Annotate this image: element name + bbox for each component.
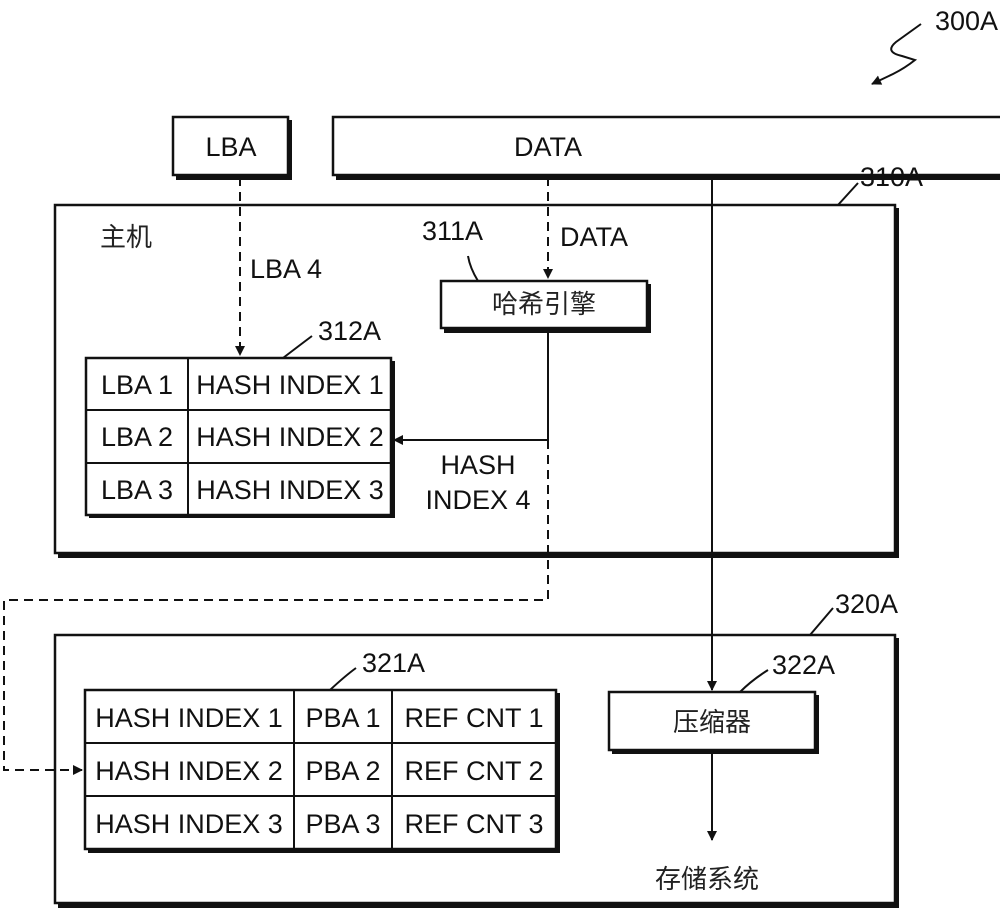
storage-ref-leader [809, 607, 834, 636]
hash-table-refcnt-cell: REF CNT 2 [404, 756, 543, 786]
mapping-table-hash-index-cell: HASH INDEX 1 [196, 370, 384, 400]
host-title: 主机 [100, 223, 152, 253]
data-arrow-label: DATA [560, 222, 628, 252]
hash-table-hash-index-cell: HASH INDEX 3 [95, 809, 283, 839]
figure-ref-pointer [871, 23, 922, 85]
data-input-label: DATA [514, 132, 582, 162]
lba-input-box: LBA [171, 115, 292, 180]
mapping-table-hash-index-cell: HASH INDEX 2 [196, 422, 384, 452]
hash-table-pba-cell: PBA 1 [305, 703, 380, 733]
hash-table-refcnt-cell: REF CNT 3 [404, 809, 543, 839]
hash-table-hash-index-cell: HASH INDEX 1 [95, 703, 283, 733]
hash-table-pba-cell: PBA 3 [305, 809, 380, 839]
host-ref-label: 310A [860, 162, 923, 192]
hash-engine-box: 哈希引擎 [439, 279, 651, 333]
hash-index4-label-line2: INDEX 4 [425, 485, 530, 515]
hash-engine-ref-label: 311A [422, 216, 483, 246]
mapping-table-hash-index-cell: HASH INDEX 3 [196, 475, 384, 505]
compressor-label: 压缩器 [673, 708, 751, 738]
hash-table-pba-cell: PBA 2 [305, 756, 380, 786]
storage-system-label: 存储系统 [655, 865, 759, 895]
mapping-table-ref-label: 312A [318, 316, 381, 346]
compressor-box: 压缩器 [607, 690, 819, 754]
mapping-table-lba-cell: LBA 2 [101, 422, 173, 452]
hash-index4-label-line1: HASH [440, 450, 515, 480]
hash-engine-label: 哈希引擎 [492, 290, 596, 320]
mapping-table-lba-cell: LBA 1 [101, 370, 173, 400]
hash-table-hash-index-cell: HASH INDEX 2 [95, 756, 283, 786]
lba-input-label: LBA [205, 132, 256, 162]
storage-ref-label: 320A [835, 589, 898, 619]
figure-ref-label: 300A [935, 6, 998, 36]
diagram-canvas: 300A LBA DATA 主机 310A 320A LBA 4 DATA 哈希… [3, 6, 1000, 908]
hash-table-ref-label: 321A [362, 648, 425, 678]
lba4-arrow-label: LBA 4 [250, 254, 322, 284]
hash-table-refcnt-cell: REF CNT 1 [404, 703, 543, 733]
host-ref-leader [837, 182, 859, 206]
compressor-ref-label: 322A [772, 650, 835, 680]
mapping-table-lba-cell: LBA 3 [101, 475, 173, 505]
